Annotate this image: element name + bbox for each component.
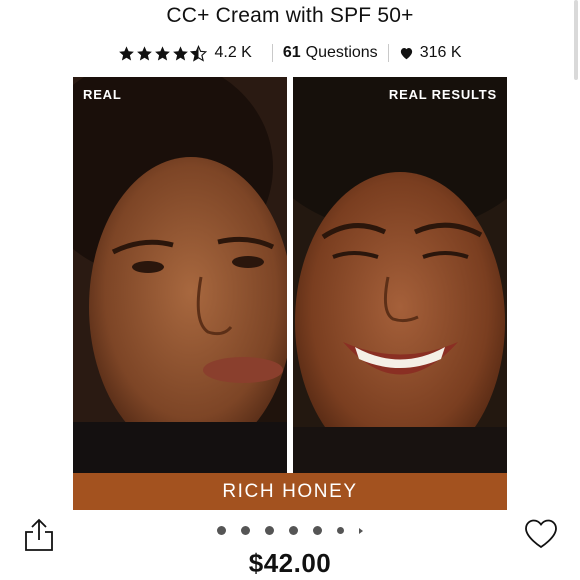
heart-filled-icon [400, 48, 412, 60]
carousel-dot[interactable] [265, 526, 274, 535]
product-hero-image[interactable]: REAL REAL RESULTS RICH HONEY [73, 77, 507, 510]
product-title: CC+ Cream with SPF 50+ [166, 4, 414, 27]
carousel-dot[interactable] [241, 526, 250, 535]
divider [387, 44, 389, 62]
before-photo: REAL [73, 77, 287, 473]
after-photo: REAL RESULTS [293, 77, 507, 473]
carousel-dot[interactable] [217, 526, 226, 535]
carousel-more-indicator[interactable] [359, 527, 363, 534]
questions-count[interactable]: 61 [283, 44, 301, 62]
after-label: REAL RESULTS [388, 87, 497, 102]
rating-stars[interactable] [118, 44, 208, 62]
divider [271, 44, 273, 62]
star-icon [155, 45, 171, 60]
star-icon [137, 45, 153, 60]
star-half-icon [190, 44, 208, 62]
scrollbar[interactable] [574, 0, 578, 80]
questions-label[interactable]: Questions [306, 44, 378, 62]
carousel-dot[interactable] [313, 526, 322, 535]
product-meta-row: 4.2 K 61 Questions 316 K [0, 44, 580, 62]
rating-count[interactable]: 4.2 K [214, 44, 251, 62]
carousel-dot[interactable] [289, 526, 298, 535]
carousel-dot[interactable] [337, 527, 344, 534]
before-face-illustration [73, 77, 287, 473]
star-icon [173, 45, 189, 60]
after-face-illustration [293, 77, 507, 473]
star-icon [119, 45, 135, 60]
heart-outline-icon[interactable] [523, 518, 559, 550]
shade-name-banner: RICH HONEY [73, 473, 507, 510]
product-price: $42.00 [248, 548, 332, 578]
before-label: REAL [83, 87, 122, 102]
loves-count[interactable]: 316 K [420, 44, 462, 62]
carousel-pagination[interactable] [0, 526, 580, 535]
